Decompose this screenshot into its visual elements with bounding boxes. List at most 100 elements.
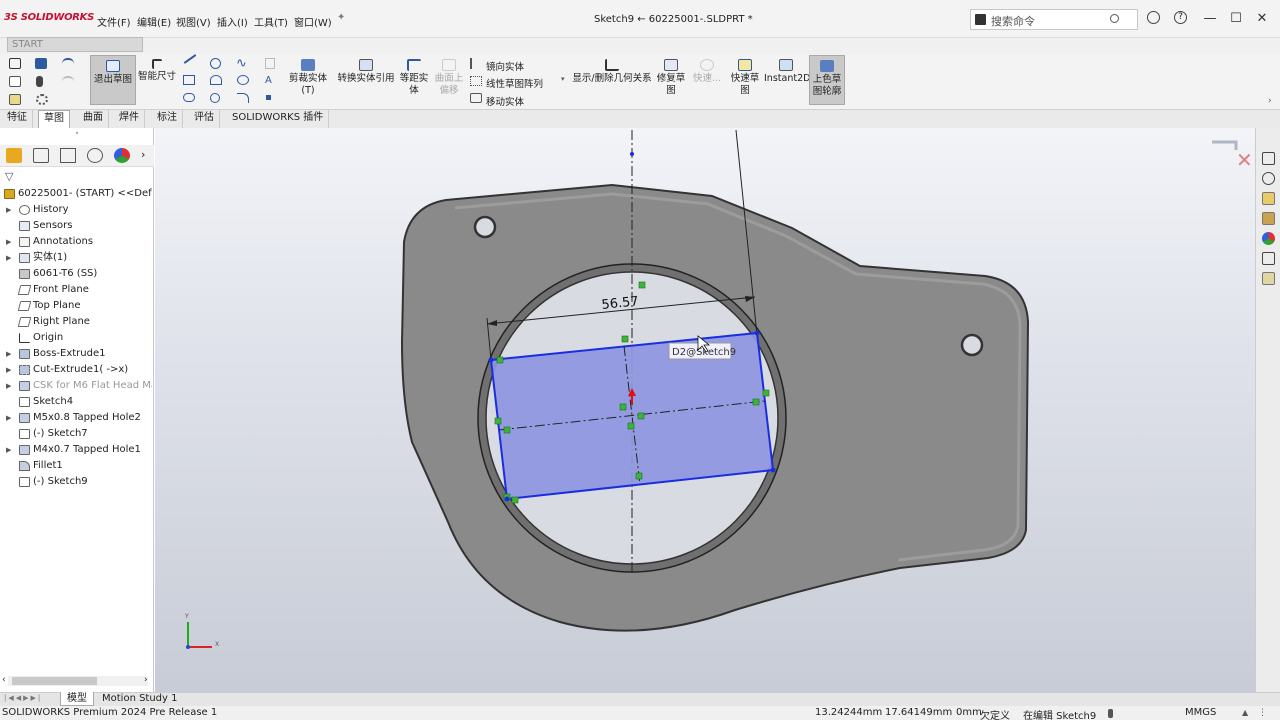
tree-item[interactable]: ▶ M5x0.8 Tapped Hole2	[0, 410, 152, 426]
graphics-area[interactable]: ✕ ✕ 56.57	[155, 128, 1255, 692]
quick-snaps-button[interactable]: 快速...	[691, 59, 723, 85]
confirmation-corner-exit-icon[interactable]	[1212, 140, 1238, 150]
smart-dimension-button[interactable]: 智能尺寸	[137, 59, 177, 83]
status-bar-options-icon[interactable]: ⋮	[1258, 708, 1267, 718]
custom-properties-icon[interactable]	[1262, 252, 1275, 265]
tree-item[interactable]: Front Plane	[0, 282, 152, 298]
tab-weldments[interactable]: 焊件	[114, 110, 145, 128]
instant2d-button[interactable]: Instant2D	[764, 59, 810, 85]
account-icon[interactable]	[1147, 11, 1160, 24]
mirror-entities-button[interactable]: 镜向实体	[486, 59, 524, 73]
model-view[interactable]: ✕ ✕ 56.57	[155, 128, 1255, 692]
shaded-sketch-contours-button[interactable]: 上色草 图轮廓	[809, 55, 845, 105]
panel-horizontal-scrollbar[interactable]	[8, 676, 148, 686]
traffic-light-icon[interactable]	[36, 76, 43, 87]
tab-motion-study-1[interactable]: Motion Study 1	[96, 692, 184, 706]
panel-splitter[interactable]: •	[0, 129, 154, 143]
expand-arrow-icon[interactable]: ▶	[6, 250, 11, 266]
panel-tabs-more-icon[interactable]: ›	[141, 148, 145, 161]
solidworks-forum-icon[interactable]	[1262, 272, 1275, 285]
fillet-sketch-icon[interactable]	[237, 93, 249, 103]
polygon-icon[interactable]	[210, 75, 222, 85]
expand-arrow-icon[interactable]: ▶	[6, 442, 11, 458]
design-library-icon[interactable]	[1262, 172, 1275, 185]
trim-entities-button[interactable]: 剪裁实体(T)	[283, 59, 333, 97]
close-button[interactable]: ✕	[1252, 10, 1272, 28]
feature-manager-tab-icon[interactable]	[6, 148, 22, 163]
tree-item[interactable]: ▶ CSK for M6 Flat Head Mach	[0, 378, 152, 394]
maximize-button[interactable]: ☐	[1226, 10, 1246, 28]
linear-pattern-button[interactable]: 线性草图阵列	[486, 76, 543, 90]
tab-features[interactable]: 特征	[2, 110, 33, 128]
expand-arrow-icon[interactable]: ▶	[6, 202, 11, 218]
new-document-icon[interactable]	[9, 76, 21, 87]
configuration-manager-tab-icon[interactable]	[60, 148, 76, 163]
options-gear-icon[interactable]	[36, 94, 48, 105]
units-dropdown-icon[interactable]: ▲	[1242, 708, 1248, 717]
pin-icon[interactable]: ✦	[337, 12, 345, 23]
rectangle-icon[interactable]	[183, 75, 195, 85]
menu-insert[interactable]: 插入(I)	[217, 14, 248, 29]
rebuild-indicator-icon[interactable]	[1108, 709, 1113, 718]
tree-item[interactable]: Sensors	[0, 218, 152, 234]
confirmation-corner-cancel-icon[interactable]: ✕	[1236, 148, 1253, 172]
home-icon[interactable]	[9, 58, 21, 69]
tree-item[interactable]: (-) Sketch9	[0, 474, 152, 490]
arc-icon[interactable]	[210, 93, 220, 103]
display-relations-button[interactable]: 显示/删除几何关系	[571, 59, 653, 85]
display-manager-tab-icon[interactable]	[114, 148, 130, 163]
tree-item[interactable]: ▶ Annotations	[0, 234, 152, 250]
undo-icon[interactable]	[62, 58, 74, 69]
dimxpert-tab-icon[interactable]	[87, 148, 103, 163]
menu-view[interactable]: 视图(V)	[176, 14, 211, 29]
rapid-sketch-button[interactable]: 快速草 图	[728, 59, 762, 97]
solidworks-resources-icon[interactable]	[1262, 152, 1275, 165]
tab-markup[interactable]: 标注	[152, 110, 183, 128]
scrollbar-thumb[interactable]	[12, 677, 97, 685]
centerline-endpoint[interactable]	[630, 152, 634, 156]
minimize-button[interactable]: —	[1200, 10, 1220, 28]
exit-sketch-button[interactable]: 退出草图	[90, 55, 136, 105]
tree-item[interactable]: Fillet1	[0, 458, 152, 474]
tab-surfaces[interactable]: 曲面	[78, 110, 109, 128]
tree-root[interactable]: 60225001- (START) <<Default	[0, 186, 152, 202]
tree-item[interactable]: Sketch4	[0, 394, 152, 410]
tree-item[interactable]: ▶ M4x0.7 Tapped Hole1	[0, 442, 152, 458]
menu-tools[interactable]: 工具(T)	[254, 14, 288, 29]
view-palette-icon[interactable]	[1262, 212, 1275, 225]
solidworks-logo[interactable]: 3S SOLIDWORKS	[4, 12, 94, 23]
slot-icon[interactable]	[183, 93, 195, 102]
tree-item[interactable]: ▶ Cut-Extrude1( ->x)	[0, 362, 152, 378]
move-entities-button[interactable]: 移动实体	[486, 94, 524, 108]
scroll-left-icon[interactable]: ‹	[2, 675, 6, 685]
file-explorer-icon[interactable]	[1262, 192, 1275, 205]
status-units[interactable]: MMGS	[1185, 707, 1216, 718]
tree-item[interactable]: (-) Sketch7	[0, 426, 152, 442]
tab-solidworks-addins[interactable]: SOLIDWORKS 插件	[227, 110, 330, 128]
property-manager-tab-icon[interactable]	[33, 148, 49, 163]
filter-icon[interactable]: ▽	[5, 170, 13, 183]
tab-model[interactable]: 模型	[60, 692, 94, 706]
tab-evaluate[interactable]: 评估	[189, 110, 220, 128]
scroll-right-icon[interactable]: ›	[144, 675, 148, 685]
expand-arrow-icon[interactable]: ▶	[6, 410, 11, 426]
tree-item[interactable]: ▶ 实体(1)	[0, 250, 152, 266]
search-commands-input[interactable]: 搜索命令	[970, 9, 1138, 30]
sketch-point-icon[interactable]	[266, 95, 271, 100]
search-icon[interactable]	[1110, 14, 1119, 23]
spline-icon[interactable]: ∿	[236, 57, 247, 70]
tree-item[interactable]: ▶ History	[0, 202, 152, 218]
point-icon[interactable]: A	[265, 75, 272, 86]
tree-item[interactable]: 6061-T6 (SS)	[0, 266, 152, 282]
tab-sketch[interactable]: 草图	[38, 110, 70, 128]
configuration-select[interactable]: START	[7, 37, 143, 52]
expand-arrow-icon[interactable]: ▶	[6, 346, 11, 362]
expand-arrow-icon[interactable]: ▶	[6, 378, 11, 394]
offset-entities-button[interactable]: 等距实 体	[398, 59, 430, 97]
repair-sketch-button[interactable]: 修复草 图	[655, 59, 687, 97]
convert-entities-button[interactable]: 转换实体引用	[336, 59, 396, 85]
tab-scroll-arrows-icon[interactable]: |◀◀▶▶|	[4, 694, 42, 702]
tree-item[interactable]: Right Plane	[0, 314, 152, 330]
expand-arrow-icon[interactable]: ▶	[6, 234, 11, 250]
tree-item[interactable]: ▶ Boss-Extrude1	[0, 346, 152, 362]
